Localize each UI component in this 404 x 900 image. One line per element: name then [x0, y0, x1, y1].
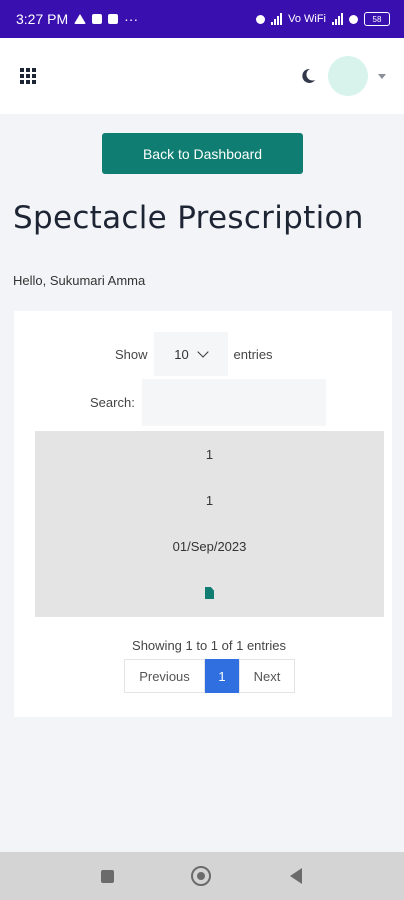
status-bar: 3:27 PM ··· Vo WiFi 58	[0, 0, 404, 38]
cell-date: 01/Sep/2023	[172, 539, 247, 554]
moon-icon[interactable]	[298, 66, 318, 86]
cell-number: 1	[205, 447, 214, 462]
greeting-text: Hello, Sukumari Amma	[13, 273, 146, 288]
search-control: Search:	[90, 379, 326, 426]
previous-page-button[interactable]: Previous	[124, 659, 205, 693]
datatable-card: Show 10 entries Search: 1 1 01/Sep/2023 …	[14, 311, 392, 717]
table-info: Showing 1 to 1 of 1 entries	[132, 638, 286, 653]
grid-icon[interactable]	[20, 68, 38, 84]
app-header	[0, 38, 404, 114]
pagination: Previous 1 Next	[124, 659, 295, 693]
avatar[interactable]	[328, 56, 368, 96]
bluetooth-icon	[256, 14, 266, 24]
entries-label: entries	[233, 346, 273, 362]
page-size-control: Show 10 entries	[115, 332, 273, 376]
more-notifications: ···	[124, 11, 139, 27]
chevron-down-icon	[197, 346, 209, 358]
search-input[interactable]	[141, 379, 326, 426]
chevron-down-icon[interactable]	[378, 73, 386, 79]
search-label: Search:	[90, 395, 135, 410]
document-icon[interactable]	[205, 587, 214, 599]
send-icon	[74, 14, 87, 24]
app-icon	[108, 14, 119, 24]
message-icon	[92, 14, 103, 24]
page-1-button[interactable]: 1	[205, 659, 239, 693]
table-row: 1 1 01/Sep/2023	[35, 431, 384, 617]
entries-select-value: 10	[174, 346, 189, 362]
home-icon[interactable]	[191, 866, 211, 886]
status-time: 3:27 PM	[16, 11, 69, 27]
back-icon[interactable]	[290, 868, 302, 884]
signal-icon	[271, 13, 283, 25]
signal-icon-2	[332, 13, 343, 25]
show-label: Show	[115, 346, 148, 362]
page-title: Spectacle Prescription	[13, 200, 364, 236]
back-to-dashboard-button[interactable]: Back to Dashboard	[102, 133, 303, 174]
next-page-button[interactable]: Next	[239, 659, 295, 693]
navigation-bar	[0, 852, 404, 900]
cell-id: 1	[205, 493, 214, 508]
battery-icon: 58	[364, 12, 390, 26]
network-label: Vo WiFi	[288, 13, 326, 25]
entries-select[interactable]: 10	[153, 332, 228, 376]
wifi-icon	[349, 14, 358, 24]
recents-icon[interactable]	[101, 870, 114, 883]
